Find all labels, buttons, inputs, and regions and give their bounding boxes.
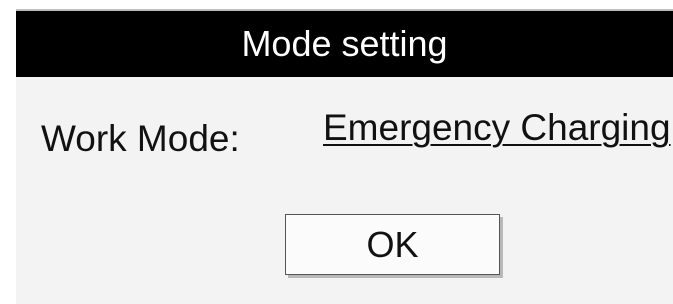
ok-button[interactable]: OK — [285, 214, 500, 275]
work-mode-selector[interactable]: Emergency Charging — [323, 105, 671, 151]
panel-top-border — [16, 9, 673, 11]
work-mode-label: Work Mode: — [41, 118, 240, 159]
dialog-title: Mode setting — [16, 11, 673, 77]
mode-setting-dialog: Mode setting Work Mode: Emergency Chargi… — [16, 9, 673, 304]
